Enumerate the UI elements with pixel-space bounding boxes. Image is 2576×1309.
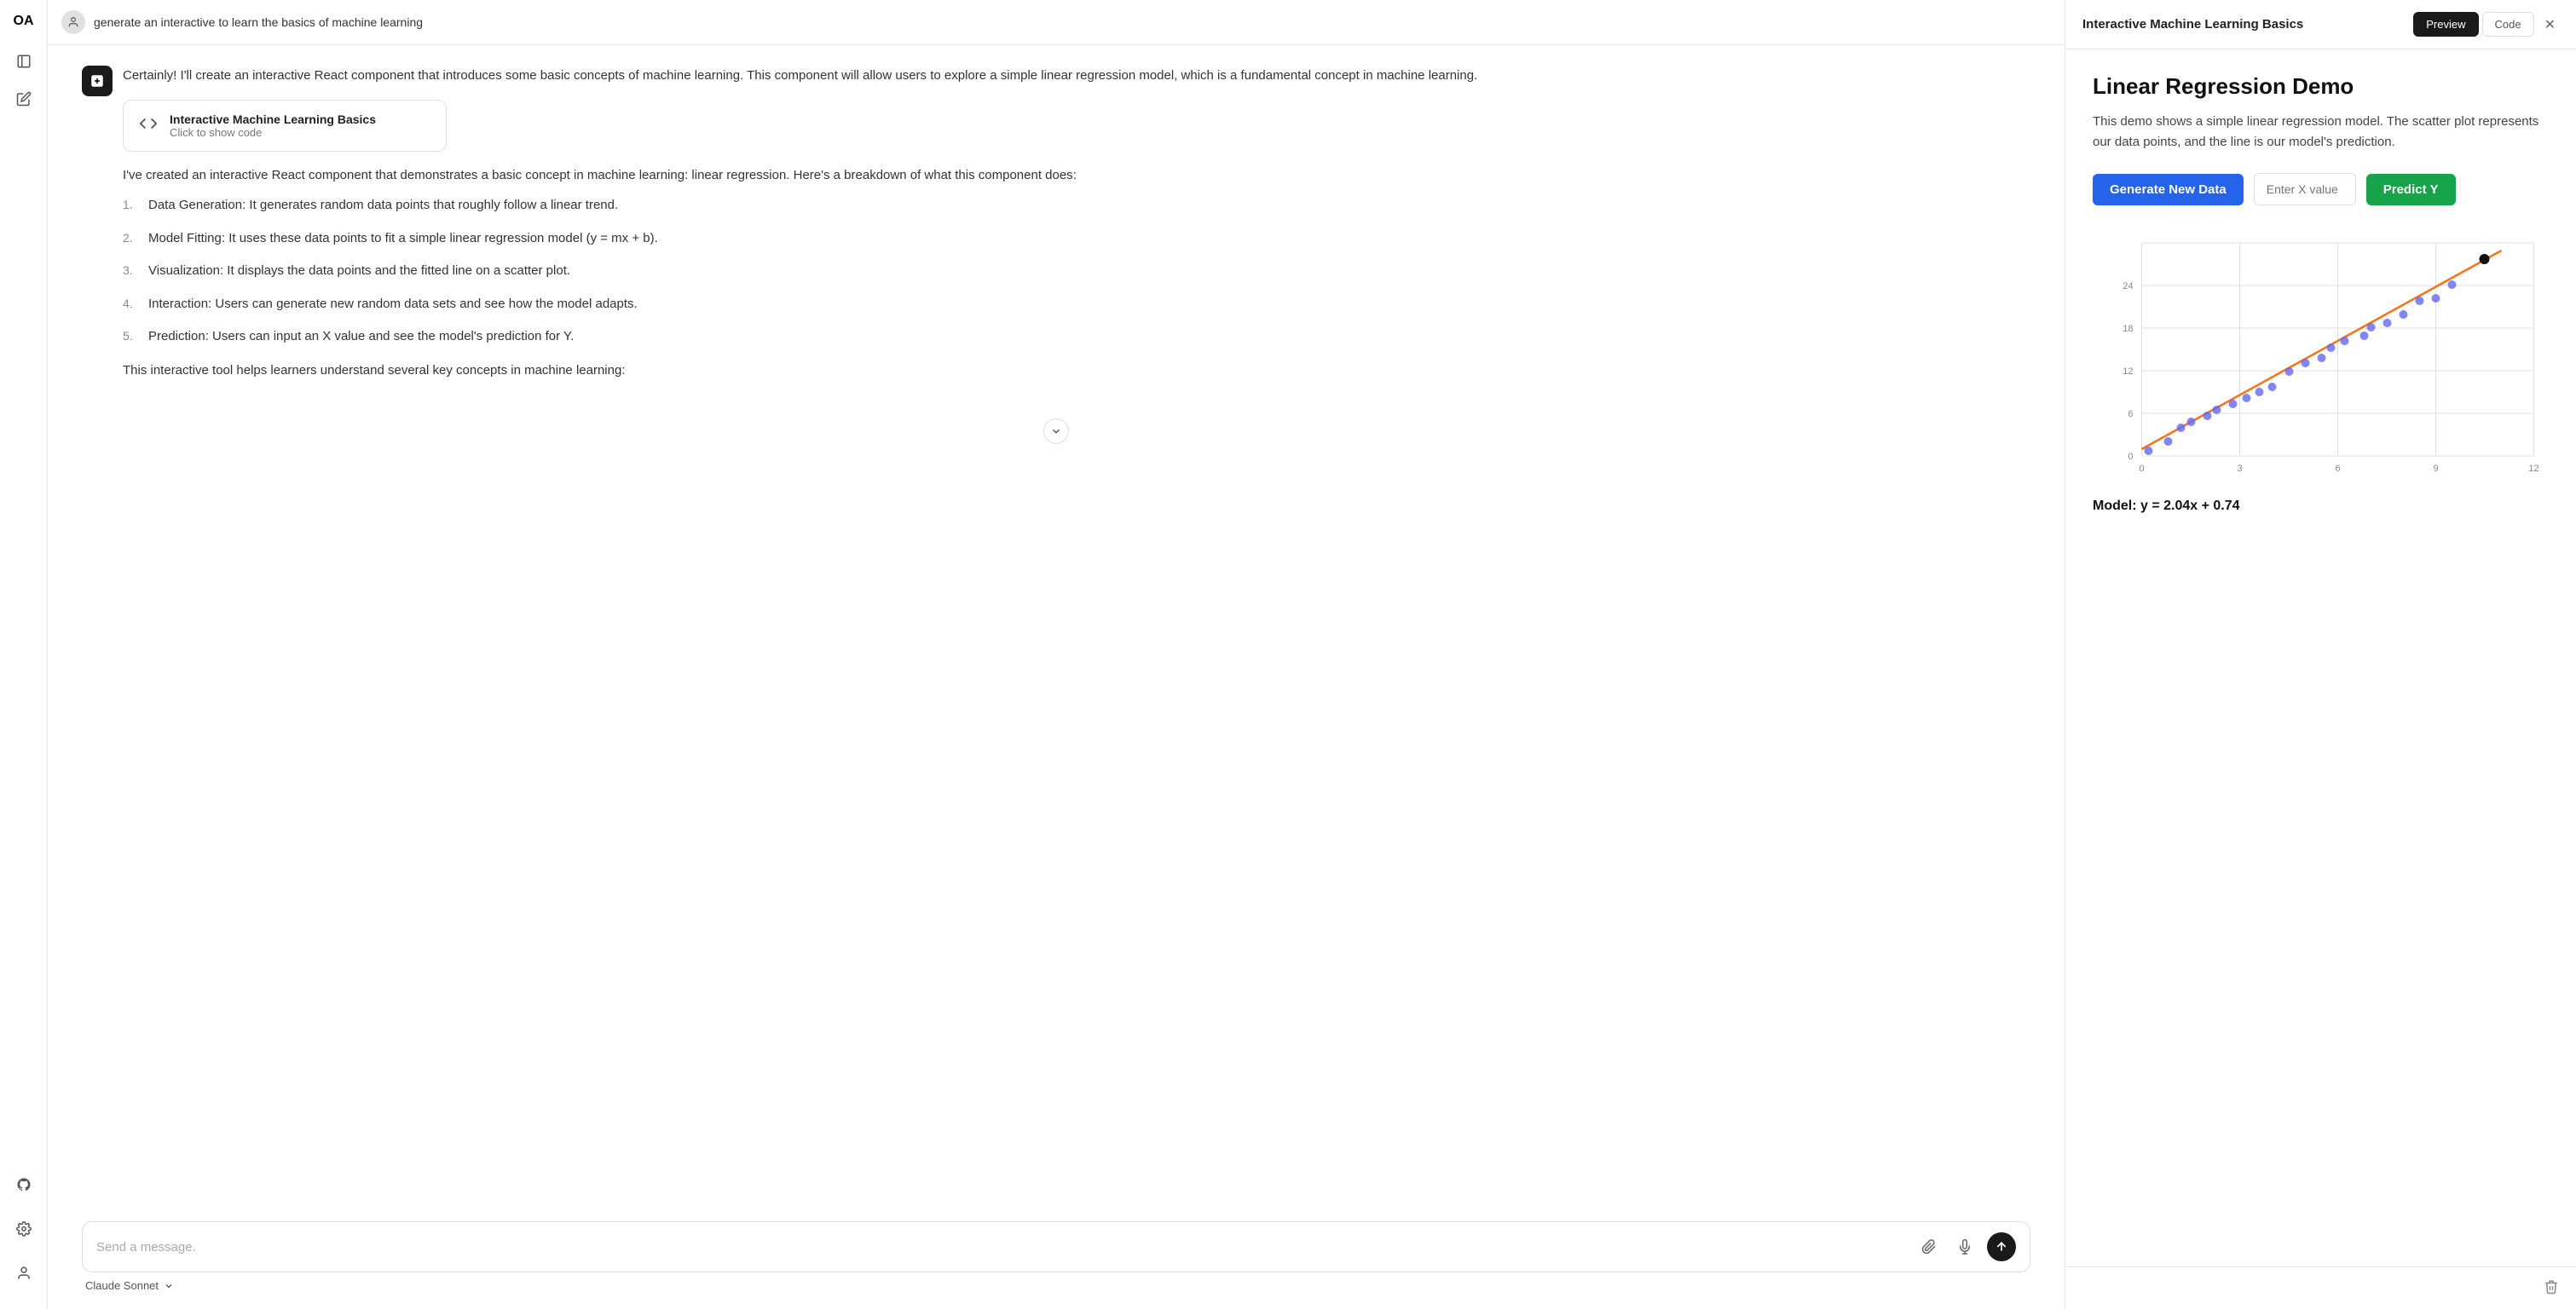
ai-avatar: [82, 66, 113, 96]
preview-tab-preview[interactable]: Preview: [2413, 12, 2478, 37]
new-chat-button[interactable]: [9, 84, 39, 114]
model-chevron-icon: [164, 1281, 174, 1291]
panel-toggle-button[interactable]: [9, 46, 39, 77]
app-logo: OA: [14, 14, 34, 29]
list-item-5: 5. Prediction: Users can input an X valu…: [123, 327, 2030, 347]
preview-panel-title: Interactive Machine Learning Basics: [2082, 17, 2303, 32]
settings-button[interactable]: [9, 1214, 39, 1244]
predict-y-button[interactable]: Predict Y: [2366, 174, 2456, 205]
svg-text:3: 3: [2237, 464, 2242, 474]
svg-text:24: 24: [2123, 281, 2133, 291]
list-num-4: 4.: [123, 295, 140, 314]
profile-button[interactable]: [9, 1258, 39, 1289]
svg-text:0: 0: [2139, 464, 2144, 474]
attach-button[interactable]: [1915, 1233, 1943, 1260]
ai-intro-text: Certainly! I'll create an interactive Re…: [123, 66, 2030, 86]
list-item-2: 2. Model Fitting: It uses these data poi…: [123, 229, 2030, 249]
accent-data-point: [2480, 254, 2490, 264]
list-item-3: 3. Visualization: It displays the data p…: [123, 262, 2030, 281]
demo-title: Linear Regression Demo: [2093, 73, 2549, 100]
svg-text:9: 9: [2433, 464, 2438, 474]
svg-text:0: 0: [2128, 452, 2133, 462]
list-text-5: Prediction: Users can input an X value a…: [148, 327, 574, 347]
preview-footer: [2065, 1266, 2576, 1309]
preview-tab-code[interactable]: Code: [2482, 12, 2534, 37]
code-card-info: Interactive Machine Learning Basics Clic…: [170, 112, 376, 139]
ai-followup-text: I've created an interactive React compon…: [123, 165, 2030, 186]
list-num-1: 1.: [123, 196, 140, 216]
svg-text:12: 12: [2123, 366, 2133, 377]
user-avatar-icon: [61, 10, 85, 34]
scatter-chart: 0 6 12 18 24 0 3 6 9 12: [2093, 226, 2549, 482]
svg-text:18: 18: [2123, 324, 2133, 334]
preview-tabs: Preview Code: [2413, 12, 2533, 37]
x-value-input[interactable]: [2254, 173, 2356, 205]
regression-line: [2142, 251, 2502, 449]
list-num-5: 5.: [123, 327, 140, 347]
preview-panel: Interactive Machine Learning Basics Prev…: [2065, 0, 2576, 1309]
preview-header: Interactive Machine Learning Basics Prev…: [2065, 0, 2576, 49]
sidebar: OA: [0, 0, 48, 1309]
svg-text:6: 6: [2128, 409, 2133, 419]
code-card-title: Interactive Machine Learning Basics: [170, 112, 376, 126]
demo-description: This demo shows a simple linear regressi…: [2093, 112, 2549, 153]
model-name: Claude Sonnet: [85, 1279, 159, 1292]
ai-message: Certainly! I'll create an interactive Re…: [82, 66, 2030, 391]
svg-text:12: 12: [2528, 464, 2538, 474]
chat-input-field[interactable]: [96, 1240, 1907, 1254]
github-button[interactable]: [9, 1169, 39, 1200]
preview-header-actions: Preview Code ✕: [2413, 12, 2559, 37]
user-message-text: generate an interactive to learn the bas…: [94, 15, 423, 29]
main-chat-area: generate an interactive to learn the bas…: [48, 0, 2065, 1309]
preview-content: Linear Regression Demo This demo shows a…: [2065, 49, 2576, 1266]
scroll-indicator: [82, 412, 2030, 451]
chat-header: generate an interactive to learn the bas…: [48, 0, 2065, 45]
trash-button[interactable]: [2544, 1279, 2559, 1297]
features-list: 1. Data Generation: It generates random …: [123, 196, 2030, 347]
code-card[interactable]: Interactive Machine Learning Basics Clic…: [123, 100, 447, 152]
list-text-3: Visualization: It displays the data poin…: [148, 262, 570, 281]
list-num-3: 3.: [123, 262, 140, 281]
chart-container: 0 6 12 18 24 0 3 6 9 12: [2093, 226, 2549, 482]
model-equation: Model: y = 2.04x + 0.74: [2093, 499, 2549, 514]
model-selector[interactable]: Claude Sonnet: [82, 1272, 2030, 1292]
list-num-2: 2.: [123, 229, 140, 249]
list-text-4: Interaction: Users can generate new rand…: [148, 295, 638, 314]
chat-input-area: Claude Sonnet: [48, 1211, 2065, 1309]
list-text-2: Model Fitting: It uses these data points…: [148, 229, 658, 249]
demo-controls: Generate New Data Predict Y: [2093, 173, 2549, 205]
list-item-4: 4. Interaction: Users can generate new r…: [123, 295, 2030, 314]
list-item-1: 1. Data Generation: It generates random …: [123, 196, 2030, 216]
chat-input-box: [82, 1221, 2030, 1272]
scroll-down-button[interactable]: [1043, 418, 1069, 444]
sidebar-bottom: [9, 1169, 39, 1295]
chat-messages-container: Certainly! I'll create an interactive Re…: [48, 45, 2065, 1211]
svg-text:6: 6: [2335, 464, 2340, 474]
send-button[interactable]: [1987, 1232, 2016, 1261]
ai-message-content: Certainly! I'll create an interactive Re…: [123, 66, 2030, 391]
ai-trailing-text: This interactive tool helps learners und…: [123, 360, 2030, 381]
generate-data-button[interactable]: Generate New Data: [2093, 174, 2244, 205]
code-brackets-icon: [139, 114, 158, 137]
preview-close-button[interactable]: ✕: [2541, 13, 2559, 37]
list-text-1: Data Generation: It generates random dat…: [148, 196, 618, 216]
code-card-subtitle: Click to show code: [170, 126, 376, 139]
microphone-button[interactable]: [1951, 1233, 1978, 1260]
